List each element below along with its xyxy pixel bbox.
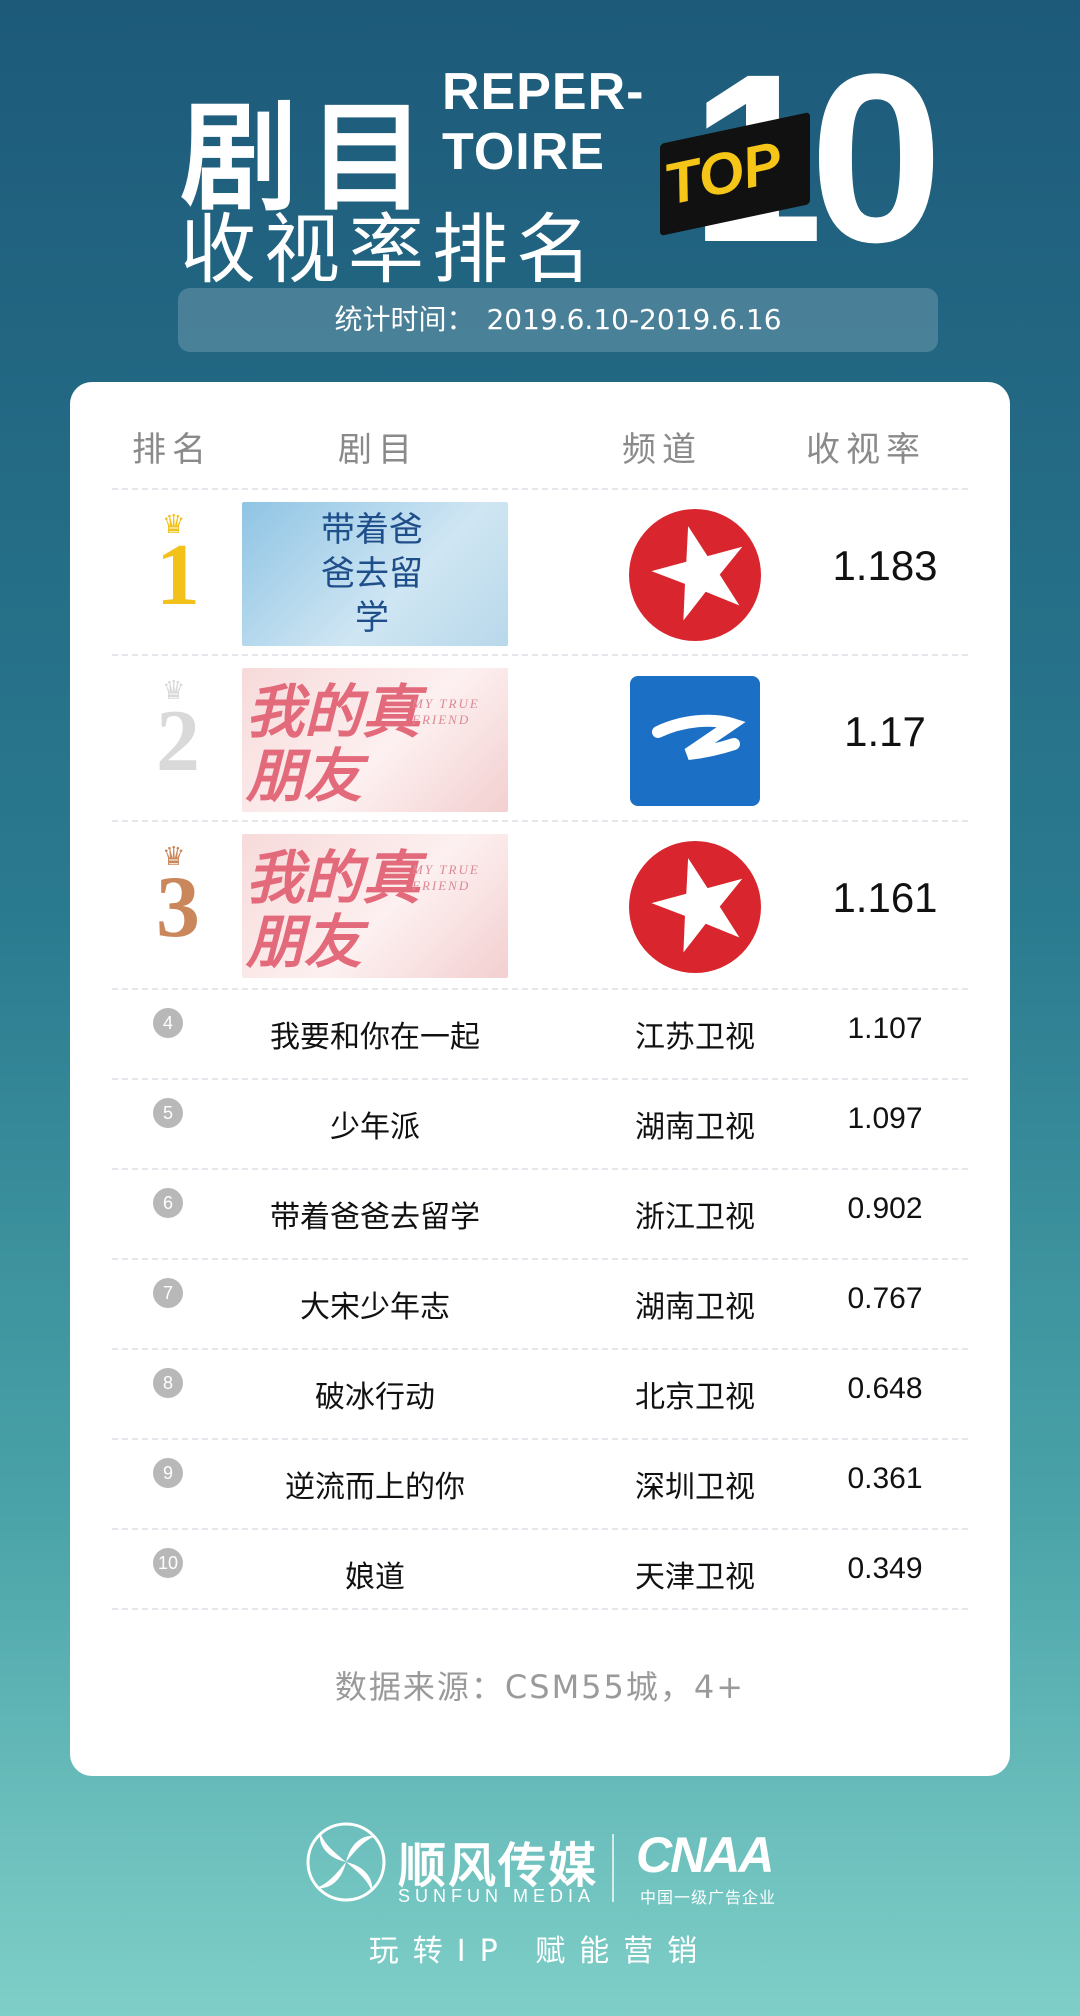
rating-value: 1.17 (844, 708, 926, 755)
channel-name: 湖南卫视 (635, 1290, 755, 1325)
table-row[interactable]: 6 带着爸爸去留学 浙江卫视 0.902 (70, 1170, 1010, 1258)
table-row[interactable]: 5 少年派 湖南卫视 1.097 (70, 1080, 1010, 1168)
rating-value: 0.648 (847, 1372, 923, 1405)
title-en-line2: TOIRE (442, 123, 605, 181)
table-row[interactable]: 4 我要和你在一起 江苏卫视 1.107 (70, 990, 1010, 1078)
drama-name: 娘道 (345, 1560, 405, 1595)
drama-name: 大宋少年志 (300, 1290, 450, 1325)
drama-poster: 我的真朋友 MY TRUE FRIEND (242, 834, 508, 978)
rank-badge: 8 (153, 1368, 183, 1398)
drama-name: 少年派 (330, 1110, 420, 1145)
rank-badge: 4 (153, 1008, 183, 1038)
dragon-tv-logo-icon (629, 509, 761, 641)
channel-name: 天津卫视 (635, 1560, 755, 1595)
poster-title: 带着爸爸去留学 (321, 510, 423, 638)
drama-name: 破冰行动 (315, 1380, 435, 1415)
drama-name: 带着爸爸去留学 (270, 1200, 480, 1235)
header: 剧目 REPER- TOIRE 收视率排名 10 TOP 统计时间：2019.6… (0, 0, 1080, 360)
dragon-tv-logo-icon (629, 841, 761, 973)
title-en: REPER- TOIRE (442, 62, 644, 182)
drama-poster: 我的真朋友 MY TRUE FRIEND (242, 668, 508, 812)
rating-value: 1.183 (832, 542, 938, 589)
drama-name: 逆流而上的你 (285, 1470, 465, 1505)
rank-badge: 5 (153, 1098, 183, 1128)
rating-value: 1.107 (847, 1012, 923, 1045)
rating-value: 0.349 (847, 1552, 923, 1585)
footer-separator (612, 1834, 614, 1902)
table-row[interactable]: 8 破冰行动 北京卫视 0.648 (70, 1350, 1010, 1438)
rank-badge: 9 (153, 1458, 183, 1488)
brand-name-en: SUNFUN MEDIA (398, 1886, 596, 1906)
table-row[interactable]: 7 大宋少年志 湖南卫视 0.767 (70, 1260, 1010, 1348)
cnaa-subtitle: 中国一级广告企业 (640, 1888, 777, 1907)
column-rank: 排名 (132, 430, 212, 470)
channel-name: 湖南卫视 (635, 1110, 755, 1145)
table-row-top1[interactable]: ♛ 1 带着爸爸去留学 1.183 (70, 490, 1010, 654)
ranking-card: 排名 剧目 频道 收视率 ♛ 1 带着爸爸去留学 1.183 ♛ 2 我的真朋友… (70, 382, 1010, 1776)
column-drama: 剧目 (338, 430, 418, 470)
divider (112, 1608, 968, 1610)
rating-value: 0.902 (847, 1192, 923, 1225)
zhejiang-tv-logo-icon (630, 676, 760, 806)
rating-value: 0.361 (847, 1462, 923, 1495)
poster-subtitle: MY TRUE FRIEND (412, 862, 480, 893)
drama-name: 我要和你在一起 (270, 1020, 480, 1055)
cnaa-logo: CNAA (636, 1827, 774, 1883)
table-row[interactable]: 10 娘道 天津卫视 0.349 (70, 1530, 1010, 1618)
period-value: 2019.6.10-2019.6.16 (486, 303, 782, 336)
subtitle: 收视率排名 (180, 205, 600, 294)
column-channel: 频道 (622, 430, 702, 470)
poster-subtitle: MY TRUE FRIEND (412, 696, 480, 727)
rank-number: 2 (156, 693, 200, 790)
table-row-top3[interactable]: ♛ 3 我的真朋友 MY TRUE FRIEND 1.161 (70, 822, 1010, 986)
top10-badge: 10 TOP (650, 24, 950, 292)
title-en-line1: REPER- (442, 63, 645, 121)
column-rating: 收视率 (806, 430, 926, 470)
rating-value: 1.161 (832, 874, 938, 921)
rank-number: 3 (156, 859, 200, 956)
rank-badge: 10 (153, 1548, 183, 1578)
channel-name: 深圳卫视 (635, 1470, 755, 1505)
rank-badge: 7 (153, 1278, 183, 1308)
table-row-top2[interactable]: ♛ 2 我的真朋友 MY TRUE FRIEND 1.17 (70, 656, 1010, 820)
rating-value: 0.767 (847, 1282, 923, 1315)
table-row[interactable]: 9 逆流而上的你 深圳卫视 0.361 (70, 1440, 1010, 1528)
rating-value: 1.097 (847, 1102, 923, 1135)
rank-number: 1 (156, 527, 200, 624)
channel-name: 北京卫视 (635, 1380, 755, 1415)
channel-name: 浙江卫视 (635, 1200, 755, 1235)
rank-badge: 6 (153, 1188, 183, 1218)
data-source: 数据来源：CSM55城，4+ (334, 1668, 746, 1706)
sunfun-swirl-logo-icon (306, 1822, 386, 1902)
period-bar: 统计时间： 2019.6.10-2019.6.16 (178, 288, 938, 352)
period-label: 统计时间： (334, 303, 475, 336)
slogan: 玩转IP 赋能营销 (368, 1934, 712, 1969)
drama-poster: 带着爸爸去留学 (242, 502, 508, 646)
channel-name: 江苏卫视 (635, 1020, 755, 1055)
